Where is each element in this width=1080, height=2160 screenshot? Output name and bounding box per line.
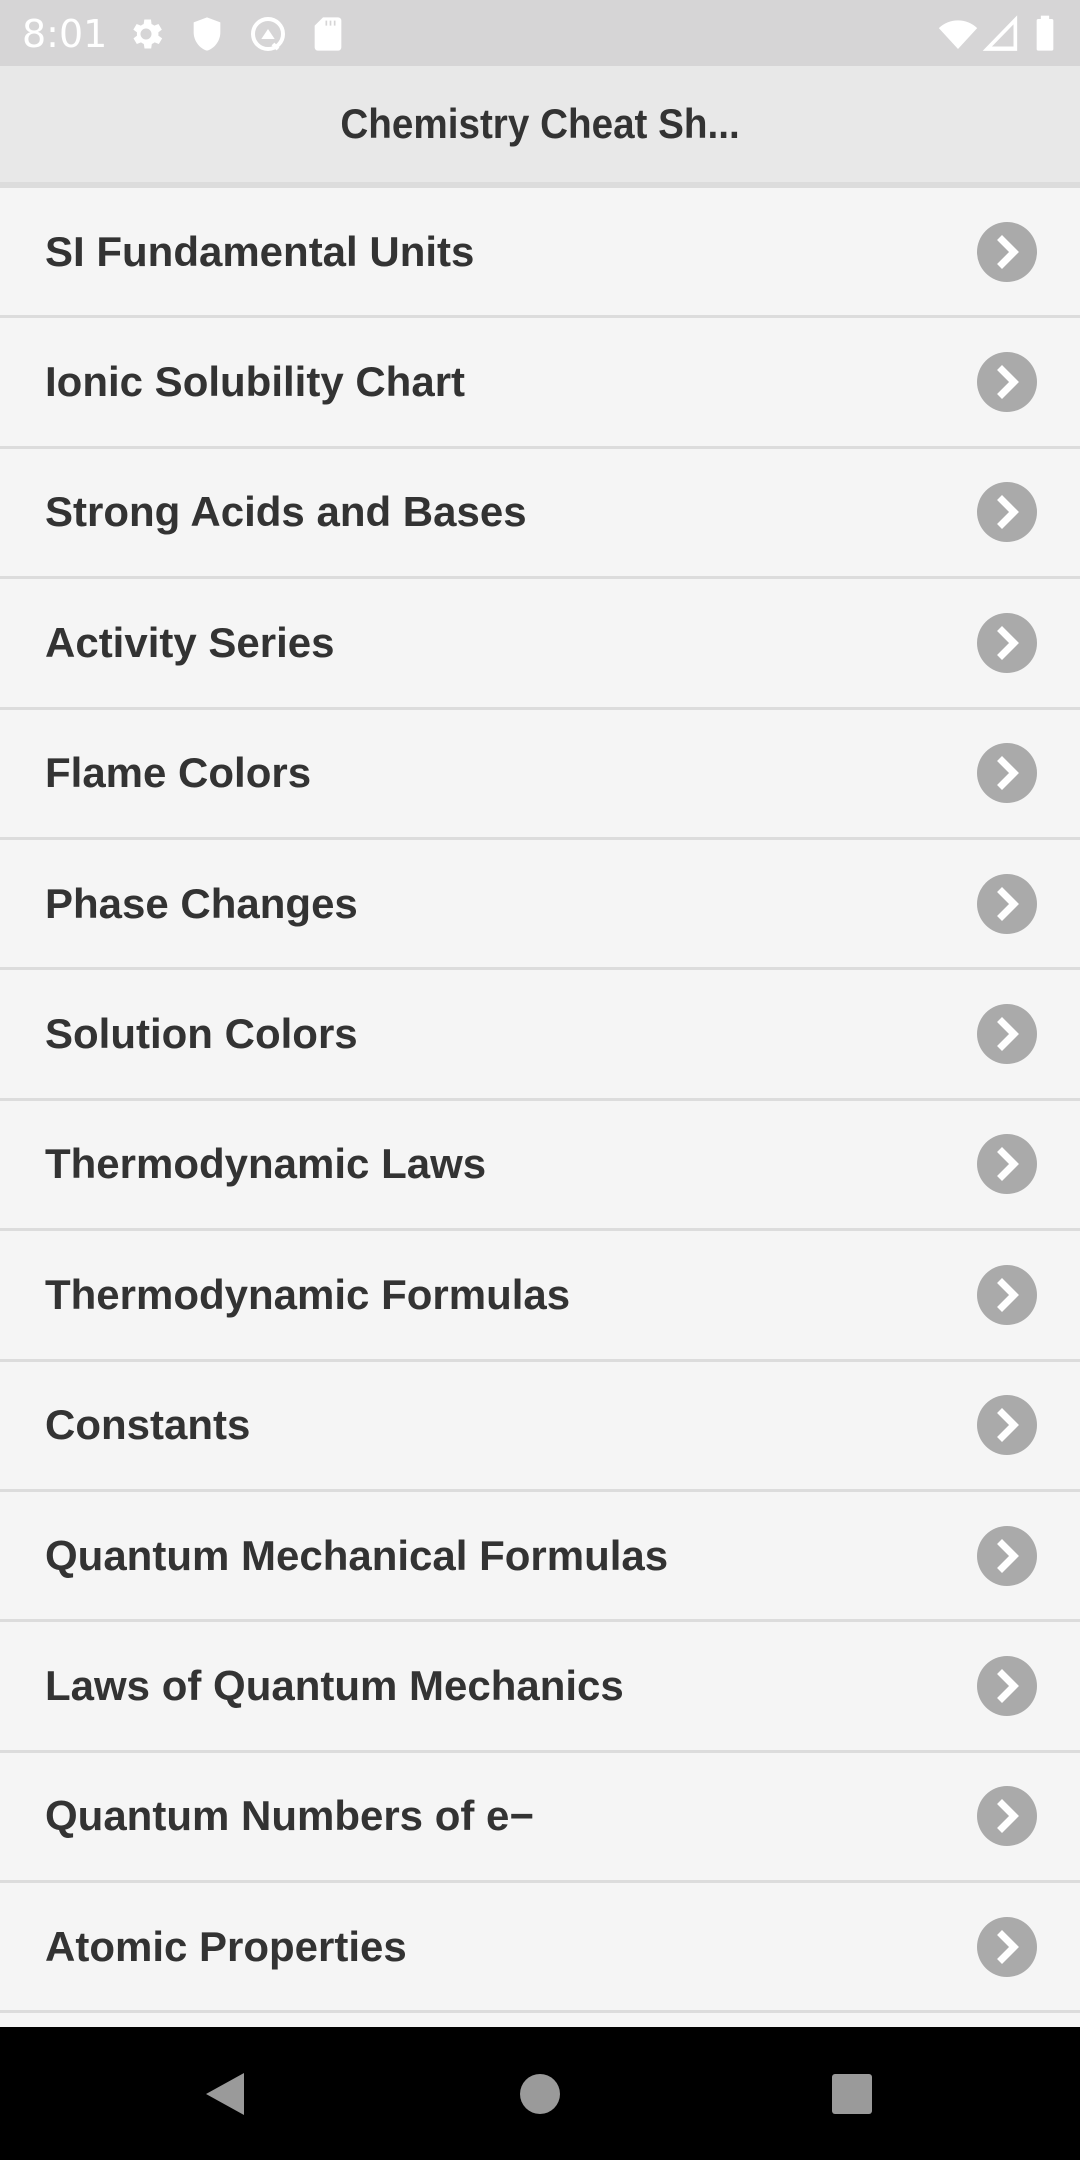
status-time: 8:01	[22, 12, 108, 56]
list-item[interactable]: Quantum Numbers of e−	[0, 1752, 1080, 1884]
list-item-label: Flame Colors	[45, 749, 312, 797]
shield-icon	[187, 14, 227, 54]
status-bar: 8:01	[0, 0, 1080, 66]
list-item-label: SI Fundamental Units	[45, 227, 475, 275]
chevron-right-icon[interactable]	[977, 873, 1037, 934]
list-item[interactable]: Phase Changes	[0, 839, 1080, 971]
list-item-label: Laws of Quantum Mechanics	[45, 1661, 624, 1709]
list-item-label: Quantum Mechanical Formulas	[45, 1531, 669, 1579]
list-item-label: Solution Colors	[45, 1010, 358, 1058]
chevron-right-icon[interactable]	[977, 612, 1037, 673]
page-title: Chemistry Cheat Sh...	[340, 100, 740, 147]
app-header: Chemistry Cheat Sh...	[0, 66, 1080, 188]
battery-icon	[1030, 14, 1060, 54]
list-item-label: Strong Acids and Bases	[45, 488, 527, 536]
list-item-label: Thermodynamic Laws	[45, 1140, 487, 1188]
cell-signal-icon	[982, 14, 1022, 54]
at-sign-icon	[248, 14, 288, 54]
list-item[interactable]: Constants	[0, 1361, 1080, 1492]
list-item[interactable]: Thermodynamic Laws	[0, 1100, 1080, 1232]
chevron-right-icon[interactable]	[977, 1786, 1037, 1847]
back-icon[interactable]	[200, 2069, 250, 2119]
list-item-label: Ionic Solubility Chart	[45, 358, 466, 406]
chevron-right-icon[interactable]	[977, 1134, 1037, 1195]
list-item[interactable]: Flame Colors	[0, 709, 1080, 840]
list-item[interactable]: Quantum Mechanical Formulas	[0, 1491, 1080, 1623]
list-item-label: Phase Changes	[45, 879, 358, 927]
home-icon[interactable]	[515, 2069, 565, 2119]
chevron-right-icon[interactable]	[977, 1264, 1037, 1325]
list-item[interactable]: Solution Colors	[0, 970, 1080, 1101]
list-item[interactable]: Atomic Properties	[0, 1883, 1080, 2014]
chevron-right-icon[interactable]	[977, 1004, 1037, 1065]
chevron-right-icon[interactable]	[977, 1525, 1037, 1586]
chevron-right-icon[interactable]	[977, 221, 1037, 282]
list-item[interactable]: Laws of Quantum Mechanics	[0, 1622, 1080, 1753]
gear-icon	[126, 14, 166, 54]
chevron-right-icon[interactable]	[977, 482, 1037, 543]
list-item[interactable]: Thermodynamic Formulas	[0, 1231, 1080, 1362]
recents-icon[interactable]	[827, 2069, 877, 2119]
wifi-icon	[936, 14, 980, 54]
list-item-label: Activity Series	[45, 618, 335, 666]
chevron-right-icon[interactable]	[977, 1655, 1037, 1716]
topic-list: SI Fundamental Units Ionic Solubility Ch…	[0, 188, 1080, 2014]
list-item-label: Constants	[45, 1401, 251, 1449]
list-item-label: Atomic Properties	[45, 1922, 407, 1970]
chevron-right-icon[interactable]	[977, 352, 1037, 413]
chevron-right-icon[interactable]	[977, 743, 1037, 804]
list-item[interactable]: SI Fundamental Units	[0, 188, 1080, 319]
list-item[interactable]: Activity Series	[0, 579, 1080, 710]
list-item[interactable]: Strong Acids and Bases	[0, 448, 1080, 580]
sd-card-icon	[308, 14, 348, 54]
list-item-label: Thermodynamic Formulas	[45, 1270, 571, 1318]
list-item[interactable]: Ionic Solubility Chart	[0, 318, 1080, 449]
system-nav-bar	[0, 2027, 1080, 2160]
chevron-right-icon[interactable]	[977, 1916, 1037, 1977]
chevron-right-icon[interactable]	[977, 1395, 1037, 1456]
list-item-label: Quantum Numbers of e−	[45, 1792, 534, 1840]
